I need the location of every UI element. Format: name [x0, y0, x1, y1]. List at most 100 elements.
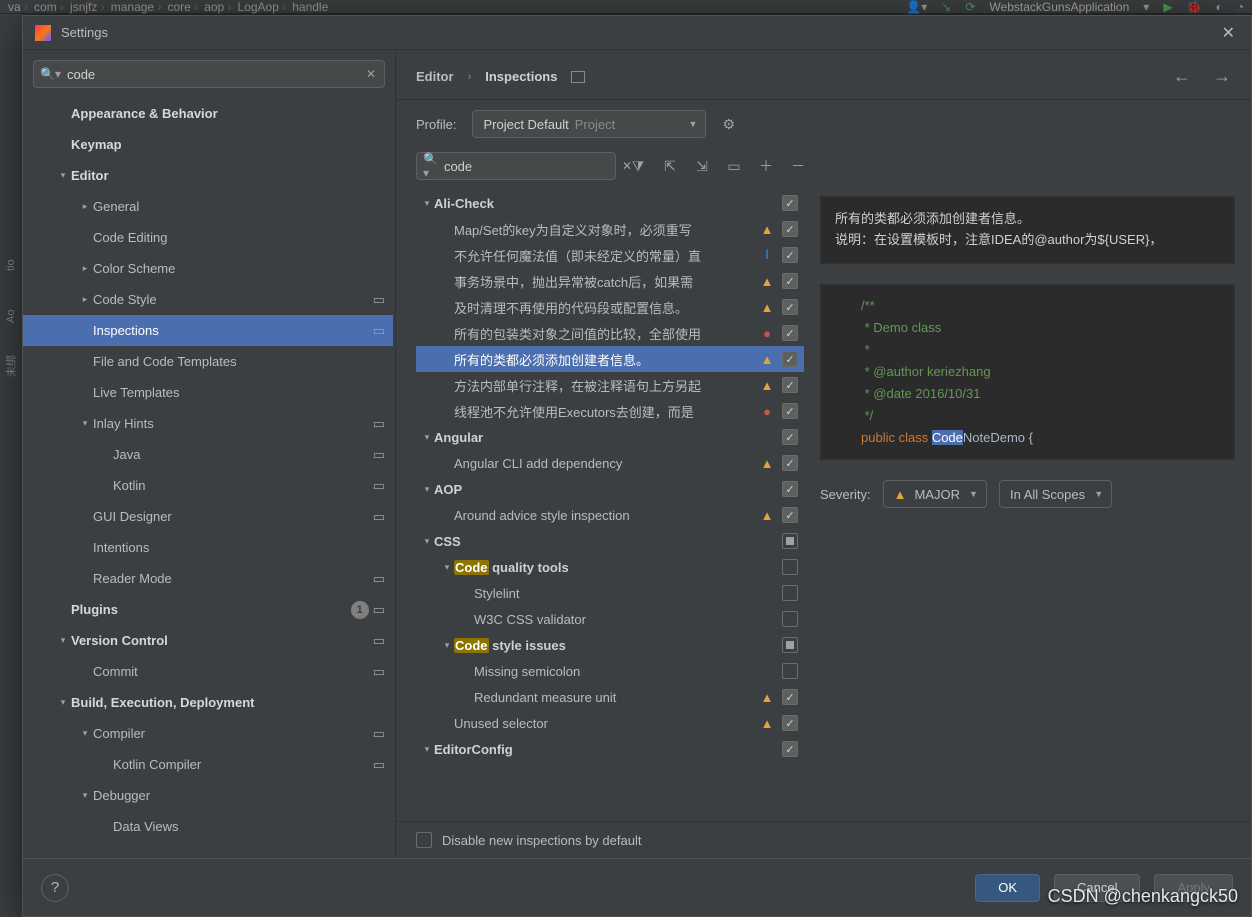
build-icon[interactable]: ↘ [941, 0, 951, 14]
inspection-item[interactable]: 线程池不允许使用Executors去创建，而是●✓ [416, 398, 804, 424]
nav-item-code-style[interactable]: ▸Code Style▭ [23, 284, 393, 315]
help-button[interactable]: ? [41, 874, 69, 902]
nav-item-debugger[interactable]: ▾Debugger [23, 780, 393, 811]
nav-item-color-scheme[interactable]: ▸Color Scheme [23, 253, 393, 284]
inspection-checkbox[interactable]: ✓ [782, 325, 798, 341]
inspection-item[interactable]: ▾EditorConfig✓ [416, 736, 804, 762]
run-icon[interactable]: ▶ [1163, 0, 1172, 14]
gear-icon[interactable]: ⚙ [722, 116, 735, 133]
inspection-checkbox[interactable]: ✓ [782, 481, 798, 497]
inspection-item[interactable]: ▾AOP✓ [416, 476, 804, 502]
nav-forward-icon[interactable]: → [1213, 66, 1231, 87]
inspection-item[interactable]: 及时清理不再使用的代码段或配置信息。▲✓ [416, 294, 804, 320]
collapse-all-icon[interactable]: ⇲ [692, 158, 712, 175]
nav-item-appearance-behavior[interactable]: Appearance & Behavior [23, 98, 393, 129]
add-icon[interactable]: ＋ [756, 156, 776, 176]
settings-search-box[interactable]: 🔍▾ ✕ [33, 60, 385, 88]
inspection-checkbox[interactable] [782, 585, 798, 601]
inspection-checkbox[interactable]: ✓ [782, 195, 798, 211]
nav-item-inspections[interactable]: Inspections▭ [23, 315, 393, 346]
inspection-checkbox[interactable]: ✓ [782, 455, 798, 471]
inspection-search-input[interactable] [444, 159, 620, 174]
inspection-item[interactable]: Missing semicolon [416, 658, 804, 684]
inspection-checkbox[interactable]: ✓ [782, 715, 798, 731]
remove-icon[interactable]: － [788, 156, 808, 176]
inspection-item[interactable]: 不允许任何魔法值（即未经定义的常量）直Ⅰ✓ [416, 242, 804, 268]
scope-combo[interactable]: In All Scopes ▼ [999, 480, 1112, 508]
nav-item-commit[interactable]: Commit▭ [23, 656, 393, 687]
nav-item-kotlin[interactable]: Kotlin▭ [23, 470, 393, 501]
debug-icon[interactable]: 🐞 [1187, 0, 1202, 14]
nav-item-live-templates[interactable]: Live Templates [23, 377, 393, 408]
settings-nav-tree[interactable]: Appearance & BehaviorKeymap▾Editor▸Gener… [23, 94, 395, 858]
inspection-item[interactable]: 所有的类都必须添加创建者信息。▲✓ [416, 346, 804, 372]
inspection-item[interactable]: 所有的包装类对象之间值的比较，全部使用●✓ [416, 320, 804, 346]
nav-item-code-editing[interactable]: Code Editing [23, 222, 393, 253]
inspection-checkbox[interactable]: ✓ [782, 221, 798, 237]
clear-search-icon[interactable]: ✕ [364, 65, 378, 83]
inspection-item[interactable]: ▾Angular✓ [416, 424, 804, 450]
nav-item-version-control[interactable]: ▾Version Control▭ [23, 625, 393, 656]
inspection-item[interactable]: Around advice style inspection▲✓ [416, 502, 804, 528]
profiler-icon[interactable]: ◔ [1237, 0, 1244, 14]
inspection-checkbox[interactable]: ✓ [782, 273, 798, 289]
inspection-item[interactable]: Unused selector▲✓ [416, 710, 804, 736]
inspection-checkbox[interactable]: ✓ [782, 689, 798, 705]
inspection-item[interactable]: Angular CLI add dependency▲✓ [416, 450, 804, 476]
inspection-checkbox[interactable]: ✓ [782, 351, 798, 367]
close-icon[interactable]: ✕ [1218, 19, 1239, 47]
inspection-item[interactable]: W3C CSS validator [416, 606, 804, 632]
nav-item-plugins[interactable]: Plugins1▭ [23, 594, 393, 625]
nav-item-keymap[interactable]: Keymap [23, 129, 393, 160]
severity-combo[interactable]: ▲ MAJOR ▼ [883, 480, 987, 508]
inspection-item[interactable]: 事务场景中，抛出异常被catch后，如果需▲✓ [416, 268, 804, 294]
add-user-icon[interactable]: 👤▾ [906, 0, 927, 14]
inspection-checkbox[interactable]: ✓ [782, 741, 798, 757]
inspection-checkbox[interactable]: ✓ [782, 299, 798, 315]
inspection-search-box[interactable]: 🔍▾ ✕ [416, 152, 616, 180]
inspection-checkbox[interactable] [782, 559, 798, 575]
inspection-item[interactable]: 方法内部单行注释，在被注释语句上方另起▲✓ [416, 372, 804, 398]
nav-item-reader-mode[interactable]: Reader Mode▭ [23, 563, 393, 594]
inspection-item[interactable]: ▾CSS [416, 528, 804, 554]
reset-icon[interactable]: ▭ [724, 158, 744, 175]
inspection-item[interactable]: Map/Set的key为自定义对象时，必须重写▲✓ [416, 216, 804, 242]
nav-item-intentions[interactable]: Intentions [23, 532, 393, 563]
inspection-checkbox[interactable]: ✓ [782, 429, 798, 445]
nav-item-editor[interactable]: ▾Editor [23, 160, 393, 191]
disable-new-checkbox[interactable] [416, 832, 432, 848]
nav-item-build-execution-deployment[interactable]: ▾Build, Execution, Deployment [23, 687, 393, 718]
inspection-checkbox[interactable] [782, 611, 798, 627]
profile-combo[interactable]: Project DefaultProject ▼ [472, 110, 706, 138]
expand-all-icon[interactable]: ⇱ [660, 158, 680, 175]
inspection-item[interactable]: Stylelint [416, 580, 804, 606]
inspection-checkbox[interactable] [782, 637, 798, 653]
filter-icon[interactable]: ⧩ [628, 158, 648, 175]
inspection-item[interactable]: ▾Ali-Check✓ [416, 190, 804, 216]
nav-item-inlay-hints[interactable]: ▾Inlay Hints▭ [23, 408, 393, 439]
nav-item-general[interactable]: ▸General [23, 191, 393, 222]
nav-item-gui-designer[interactable]: GUI Designer▭ [23, 501, 393, 532]
inspection-checkbox[interactable]: ✓ [782, 507, 798, 523]
settings-search-input[interactable] [67, 67, 364, 82]
inspection-checkbox[interactable] [782, 663, 798, 679]
chevron-down-icon: ▼ [1094, 489, 1103, 499]
nav-item-java[interactable]: Java▭ [23, 439, 393, 470]
inspection-checkbox[interactable] [782, 533, 798, 549]
inspection-item[interactable]: ▾Code style issues [416, 632, 804, 658]
run-config-dropdown[interactable]: WebstackGunsApplication [989, 0, 1129, 14]
inspection-checkbox[interactable]: ✓ [782, 403, 798, 419]
nav-item-kotlin-compiler[interactable]: Kotlin Compiler▭ [23, 749, 393, 780]
nav-back-icon[interactable]: ← [1173, 66, 1191, 87]
ok-button[interactable]: OK [975, 874, 1040, 902]
coverage-icon[interactable]: ◐ [1216, 0, 1223, 14]
inspection-checkbox[interactable]: ✓ [782, 247, 798, 263]
inspection-checkbox[interactable]: ✓ [782, 377, 798, 393]
inspections-tree[interactable]: ▾Ali-Check✓Map/Set的key为自定义对象时，必须重写▲✓不允许任… [416, 190, 804, 821]
inspection-item[interactable]: Redundant measure unit▲✓ [416, 684, 804, 710]
nav-item-compiler[interactable]: ▾Compiler▭ [23, 718, 393, 749]
nav-item-file-and-code-templates[interactable]: File and Code Templates [23, 346, 393, 377]
inspection-item[interactable]: ▾Code quality tools [416, 554, 804, 580]
chevron-down-icon: ▾ [420, 432, 434, 443]
nav-item-data-views[interactable]: Data Views [23, 811, 393, 842]
